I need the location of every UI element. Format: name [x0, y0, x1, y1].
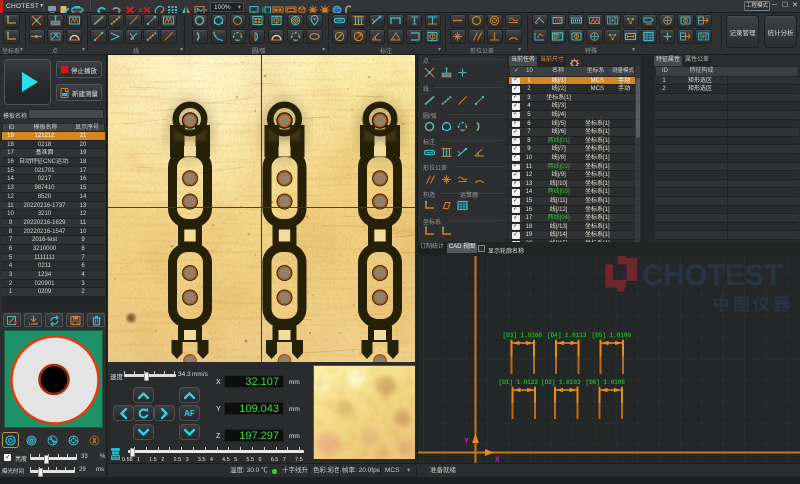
svg-text:CHOTEST: CHOTEST	[642, 259, 782, 292]
svg-text:中图仪器: 中图仪器	[713, 294, 793, 314]
svg-text:[D2] 1.0103: [D2] 1.0103	[541, 379, 581, 386]
svg-text:Y: Y	[464, 438, 469, 445]
svg-text:[D3] 1.0160: [D3] 1.0160	[503, 332, 543, 339]
svg-text:[D1] 1.0123: [D1] 1.0123	[499, 379, 539, 386]
svg-text:(0): (0)	[555, 19, 562, 25]
svg-text:[D6] 1.0105: [D6] 1.0105	[586, 379, 626, 386]
svg-text:Load: Load	[29, 321, 38, 326]
svg-text:[D5] 1.0100: [D5] 1.0100	[592, 332, 632, 339]
svg-text:[D4] 1.0113: [D4] 1.0113	[547, 332, 587, 339]
